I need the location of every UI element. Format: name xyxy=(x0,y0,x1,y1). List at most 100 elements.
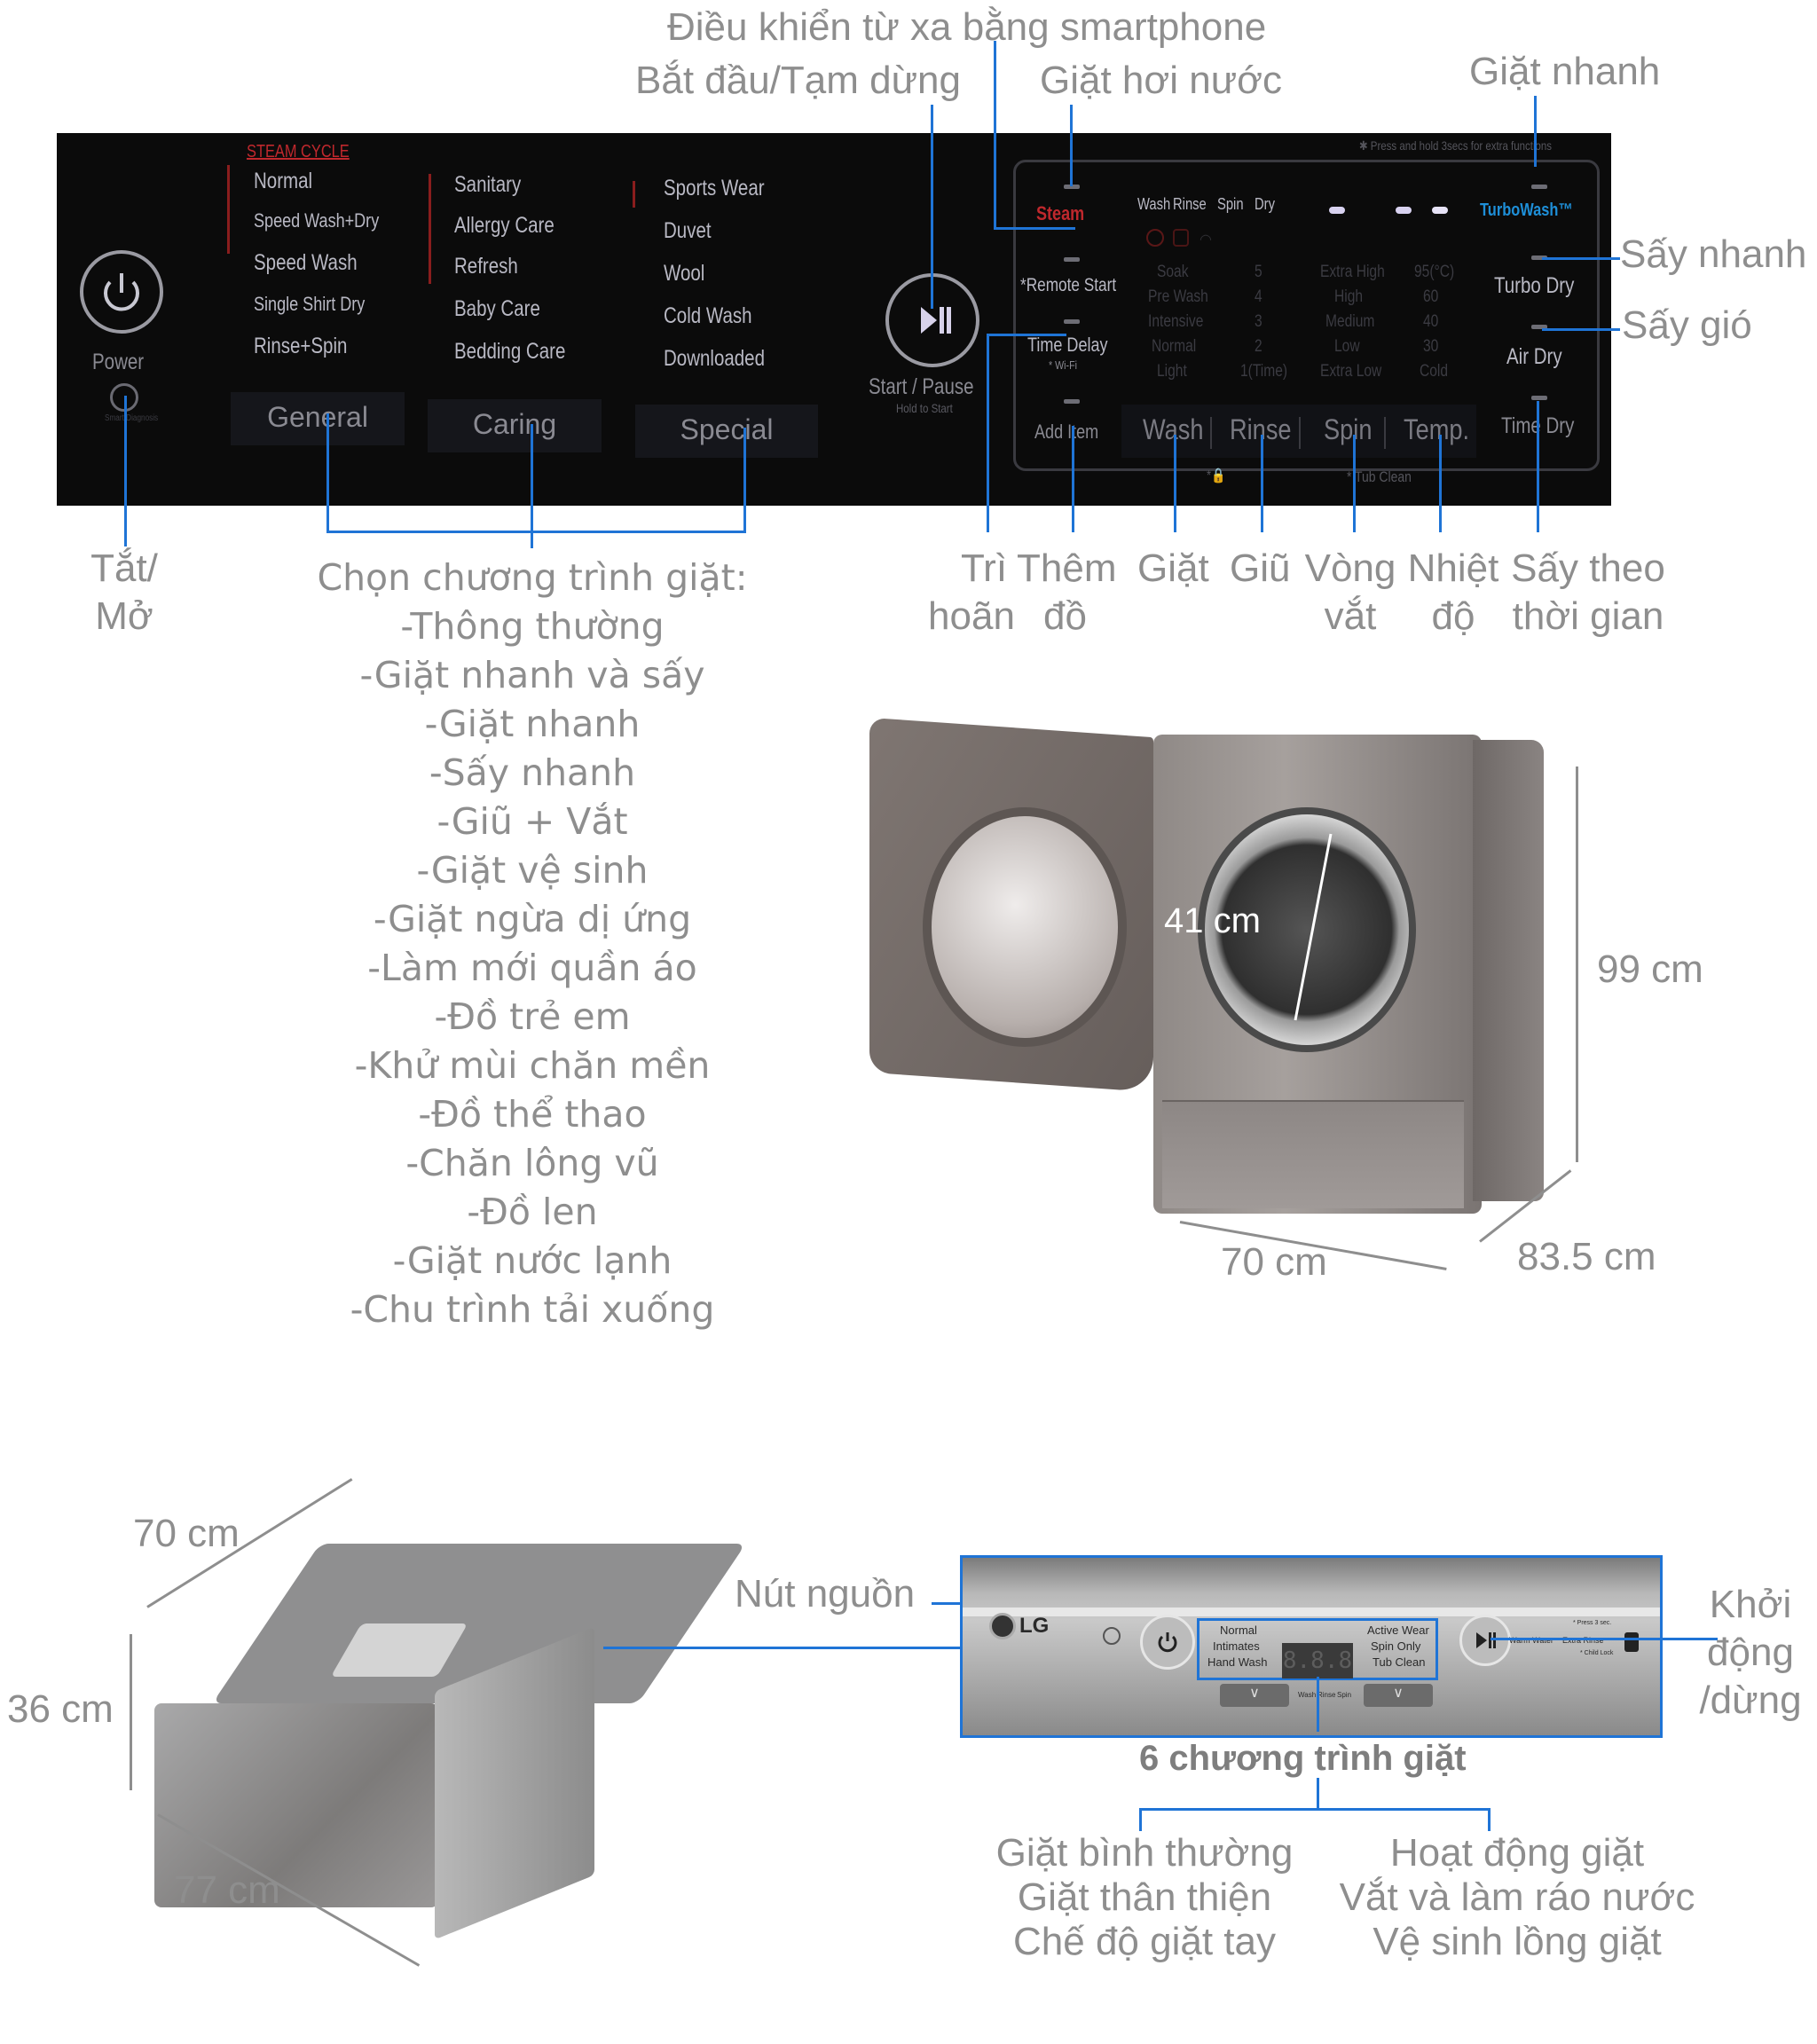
add-item-button[interactable]: Add Item xyxy=(1034,421,1098,444)
program-duvet[interactable]: Duvet xyxy=(664,218,712,244)
program-rinse-spin[interactable]: Rinse+Spin xyxy=(254,334,347,359)
callout-line xyxy=(326,413,329,532)
callout-line xyxy=(1139,1808,1491,1811)
display-segment xyxy=(1329,207,1345,214)
program-list-item: -Làm mới quần áo xyxy=(367,947,697,989)
program-cold-wash[interactable]: Cold Wash xyxy=(664,303,752,329)
group-special-button[interactable]: Special xyxy=(635,405,818,458)
steam-bar-general xyxy=(227,165,230,254)
group-caring-button[interactable]: Caring xyxy=(428,399,602,452)
air-dry-button[interactable]: Air Dry xyxy=(1506,344,1562,370)
base-drawer xyxy=(1162,1100,1464,1208)
level-item: 5 xyxy=(1255,263,1262,281)
label-line: Chế độ giặt tay xyxy=(1013,1920,1276,1963)
level-item: Medium xyxy=(1325,312,1375,331)
hold-to-start-label: Hold to Start xyxy=(896,401,953,415)
remote-start-button[interactable]: *Remote Start xyxy=(1020,275,1116,296)
stage-dry: Dry xyxy=(1255,195,1275,213)
callout-start-stop: Khởi động /dừng xyxy=(1686,1581,1815,1725)
program-allergy-care[interactable]: Allergy Care xyxy=(454,213,555,239)
program-list-item: -Giặt nhanh và sấy xyxy=(359,654,705,696)
mini-program-hand-wash[interactable]: Hand Wash xyxy=(1207,1655,1267,1669)
height-arrow xyxy=(1576,766,1578,1162)
program-list-item: -Khử mùi chăn mền xyxy=(354,1044,711,1087)
callout-line xyxy=(743,428,746,532)
mini-right-group: Hoạt động giặt Vắt và làm ráo nước Vệ si… xyxy=(1331,1831,1703,1964)
stage-wifi-icon: ◠ xyxy=(1200,232,1212,248)
program-speed-wash-dry[interactable]: Speed Wash+Dry xyxy=(254,209,379,232)
callout-line xyxy=(1070,105,1073,186)
divider xyxy=(1210,417,1212,449)
level-item: 1(Time) xyxy=(1240,362,1288,381)
steam-button[interactable]: Steam xyxy=(1036,202,1084,225)
display-segment xyxy=(1432,207,1448,214)
callout-line xyxy=(1491,1638,1718,1640)
temp-button[interactable]: Temp. xyxy=(1404,413,1469,446)
program-list-item: -Sấy nhanh xyxy=(429,751,636,794)
mini-left-selector[interactable]: ∨ xyxy=(1220,1684,1289,1707)
program-refresh[interactable]: Refresh xyxy=(454,254,518,279)
callout-wash: Giặt xyxy=(1137,545,1209,593)
callout-temp: Nhiệt độ xyxy=(1404,545,1503,641)
power-button[interactable] xyxy=(80,250,163,334)
mini-program-intimates[interactable]: Intimates xyxy=(1213,1639,1260,1653)
mini-stage-spin: Spin xyxy=(1337,1691,1352,1699)
program-normal[interactable]: Normal xyxy=(254,169,312,194)
label-line: Mở xyxy=(95,594,153,638)
level-item: 40 xyxy=(1423,312,1439,331)
program-downloaded[interactable]: Downloaded xyxy=(664,346,765,372)
programs-count-label: 6 chương trình giặt xyxy=(1139,1739,1467,1778)
label-line: Vắt và làm ráo nước xyxy=(1339,1875,1695,1919)
stage-steam-icon xyxy=(1146,229,1164,247)
time-delay-indicator xyxy=(1064,319,1080,324)
time-delay-button[interactable]: Time Delay xyxy=(1027,334,1108,357)
width-dimension-label: 70 cm xyxy=(1221,1240,1327,1284)
height-dimension-label: 99 cm xyxy=(1597,947,1703,991)
program-sanitary[interactable]: Sanitary xyxy=(454,172,521,198)
mini-program-active-wear[interactable]: Active Wear xyxy=(1367,1623,1429,1637)
mini-program-tub-clean[interactable]: Tub Clean xyxy=(1373,1655,1426,1669)
program-list-items: -Thông thường -Giặt nhanh và sấy -Giặt nha… xyxy=(266,602,798,1334)
mini-power-button[interactable] xyxy=(1140,1615,1195,1670)
time-dry-indicator xyxy=(1531,396,1547,400)
program-single-shirt-dry[interactable]: Single Shirt Dry xyxy=(254,293,365,316)
child-lock-label: *🔒 xyxy=(1207,468,1226,483)
callout-line xyxy=(124,396,127,546)
mini-program-normal[interactable]: Normal xyxy=(1220,1623,1257,1637)
mini-child-lock-note: * Child Lock xyxy=(1580,1650,1614,1656)
callout-steam-wash: Giặt hơi nước xyxy=(1040,59,1283,102)
callout-line xyxy=(326,531,746,533)
mini-program-spin-only[interactable]: Spin Only xyxy=(1371,1639,1420,1653)
mini-height-label: 36 cm xyxy=(7,1687,114,1731)
group-general-button[interactable]: General xyxy=(231,392,405,445)
program-bedding-care[interactable]: Bedding Care xyxy=(454,339,565,365)
tub-clean-label: * Tub Clean xyxy=(1347,468,1412,485)
label-line: Khởi xyxy=(1709,1583,1792,1626)
program-baby-care[interactable]: Baby Care xyxy=(454,296,540,322)
mini-right-selector[interactable]: ∨ xyxy=(1364,1684,1433,1707)
label-line: Giặt thân thiện xyxy=(1017,1875,1272,1919)
mini-start-button[interactable] xyxy=(1459,1615,1511,1666)
label-line: Giặt xyxy=(1137,546,1209,590)
program-list-item: -Thông thường xyxy=(400,605,665,648)
callout-remote-control: Điều khiển từ xa bằng smartphone xyxy=(667,5,1267,49)
turbo-wash-button[interactable]: TurboWash™ xyxy=(1480,200,1573,221)
mini-display: 8.8.8 xyxy=(1282,1643,1353,1678)
label-line: thời gian xyxy=(1512,594,1664,638)
callout-start-pause: Bắt đầu/Tạm dừng xyxy=(635,59,961,102)
turbo-dry-button[interactable]: Turbo Dry xyxy=(1494,273,1574,299)
steam-bar-caring xyxy=(429,174,431,284)
program-sports-wear[interactable]: Sports Wear xyxy=(664,176,765,201)
washer-side xyxy=(1473,740,1544,1201)
program-speed-wash[interactable]: Speed Wash xyxy=(254,250,358,276)
program-list-item: -Chu trình tải xuống xyxy=(350,1288,715,1331)
callout-line xyxy=(1317,1778,1319,1810)
callout-line xyxy=(931,105,933,309)
spin-button[interactable]: Spin xyxy=(1324,413,1372,446)
program-wool[interactable]: Wool xyxy=(664,261,704,287)
start-pause-label: Start / Pause xyxy=(869,374,974,399)
label-line: Nhiệt xyxy=(1407,546,1499,590)
lg-brand-text: LG xyxy=(1019,1614,1050,1638)
level-item: 60 xyxy=(1423,287,1439,306)
stage-lock-icon xyxy=(1173,229,1189,247)
